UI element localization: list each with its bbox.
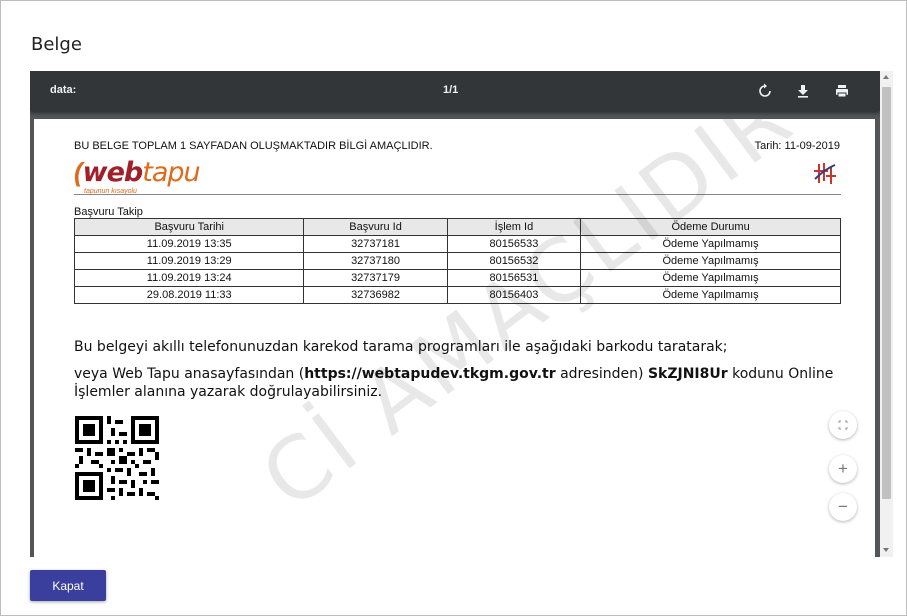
scroll-up-icon[interactable] xyxy=(883,75,889,79)
table-cell: Ödeme Yapılmamış xyxy=(580,286,841,304)
table-row: 11.09.2019 13:35 32737181 80156533 Ödeme… xyxy=(73,235,841,253)
pdf-title: data: xyxy=(50,84,77,96)
table-cell: 80156532 xyxy=(446,252,582,270)
pdf-viewer: data: 1/1 BU BELGE TOPLAM 1 SAYFADAN OLU… xyxy=(30,71,880,557)
table-cell: Ödeme Yapılmamış xyxy=(580,252,841,270)
zoom-in-button[interactable]: + xyxy=(829,455,857,483)
table-cell: 32737179 xyxy=(303,269,448,287)
webtapu-logo: (webtapu tapunun kısayolu xyxy=(74,157,201,195)
verify-line-1: Bu belgeyi akıllı telefonunuzdan karekod… xyxy=(74,339,728,355)
table-cell: Ödeme Yapılmamış xyxy=(580,235,841,253)
document-header-text: BU BELGE TOPLAM 1 SAYFADAN OLUŞMAKTADIR … xyxy=(74,140,433,152)
table-row: 11.09.2019 13:29 32737180 80156532 Ödeme… xyxy=(73,252,841,270)
logo-tapu-text: tapu xyxy=(142,157,200,188)
header-divider xyxy=(74,194,841,195)
column-header: Ödeme Durumu xyxy=(580,218,841,236)
table-row: 29.08.2019 11:33 32736982 80156403 Ödeme… xyxy=(73,286,841,304)
page-indicator: 1/1 xyxy=(443,84,459,96)
table-row: 11.09.2019 13:24 32737179 80156531 Ödeme… xyxy=(73,269,841,287)
logo-web-text: web xyxy=(82,157,144,188)
table-cell: 80156403 xyxy=(446,286,582,304)
scrollbar-thumb[interactable] xyxy=(882,87,891,499)
application-tracking-table: Başvuru Tarihi Başvuru Id İşlem Id Ödeme… xyxy=(73,218,841,304)
fit-page-icon xyxy=(838,420,848,430)
column-header: Başvuru Tarihi xyxy=(73,218,305,236)
document-dialog: Belge data: 1/1 BU BELGE TOPLAM 1 SAYFAD… xyxy=(0,0,907,616)
verify-text: adresinden) xyxy=(555,366,648,382)
table-cell: 32736982 xyxy=(303,286,448,304)
verification-instructions: Bu belgeyi akıllı telefonunuzdan karekod… xyxy=(74,338,834,410)
table-cell: 80156531 xyxy=(446,269,582,287)
section-title: Başvuru Takip xyxy=(74,206,143,218)
qr-code xyxy=(75,416,159,505)
zoom-out-button[interactable]: − xyxy=(829,493,857,521)
close-button[interactable]: Kapat xyxy=(30,570,106,601)
tkgm-logo-icon xyxy=(811,159,837,190)
table-cell: 32737180 xyxy=(303,252,448,270)
table-cell: 80156533 xyxy=(446,235,582,253)
column-header: Başvuru Id xyxy=(303,218,448,236)
scroll-down-icon[interactable] xyxy=(883,548,889,552)
table-cell: 11.09.2019 13:29 xyxy=(73,252,305,270)
table-cell: Ödeme Yapılmamış xyxy=(580,269,841,287)
verify-text: veya Web Tapu anasayfasından ( xyxy=(74,366,305,382)
verify-url: https://webtapudev.tkgm.gov.tr xyxy=(304,366,556,382)
pdf-page: BU BELGE TOPLAM 1 SAYFADAN OLUŞMAKTADIR … xyxy=(34,119,875,557)
verify-line-2: veya Web Tapu anasayfasından (https://we… xyxy=(74,365,834,401)
logo-swoosh-icon: ( xyxy=(74,157,83,187)
download-icon[interactable] xyxy=(792,80,814,102)
pdf-toolbar: data: 1/1 xyxy=(30,71,880,111)
verify-code: SkZJNI8Ur xyxy=(647,366,728,382)
print-icon[interactable] xyxy=(831,80,853,102)
column-header: İşlem Id xyxy=(446,218,582,236)
rotate-icon[interactable] xyxy=(754,80,776,102)
dialog-title: Belge xyxy=(31,34,82,55)
fit-page-button[interactable] xyxy=(829,411,857,439)
table-cell: 29.08.2019 11:33 xyxy=(73,286,305,304)
watermark: Cİ AMAÇLIDIR xyxy=(244,119,812,529)
table-cell: 11.09.2019 13:35 xyxy=(73,235,305,253)
vertical-scrollbar[interactable] xyxy=(880,71,893,557)
table-header-row: Başvuru Tarihi Başvuru Id İşlem Id Ödeme… xyxy=(73,218,841,236)
table-cell: 11.09.2019 13:24 xyxy=(73,269,305,287)
document-date: Tarih: 11-09-2019 xyxy=(754,140,840,152)
table-cell: 32737181 xyxy=(303,235,448,253)
